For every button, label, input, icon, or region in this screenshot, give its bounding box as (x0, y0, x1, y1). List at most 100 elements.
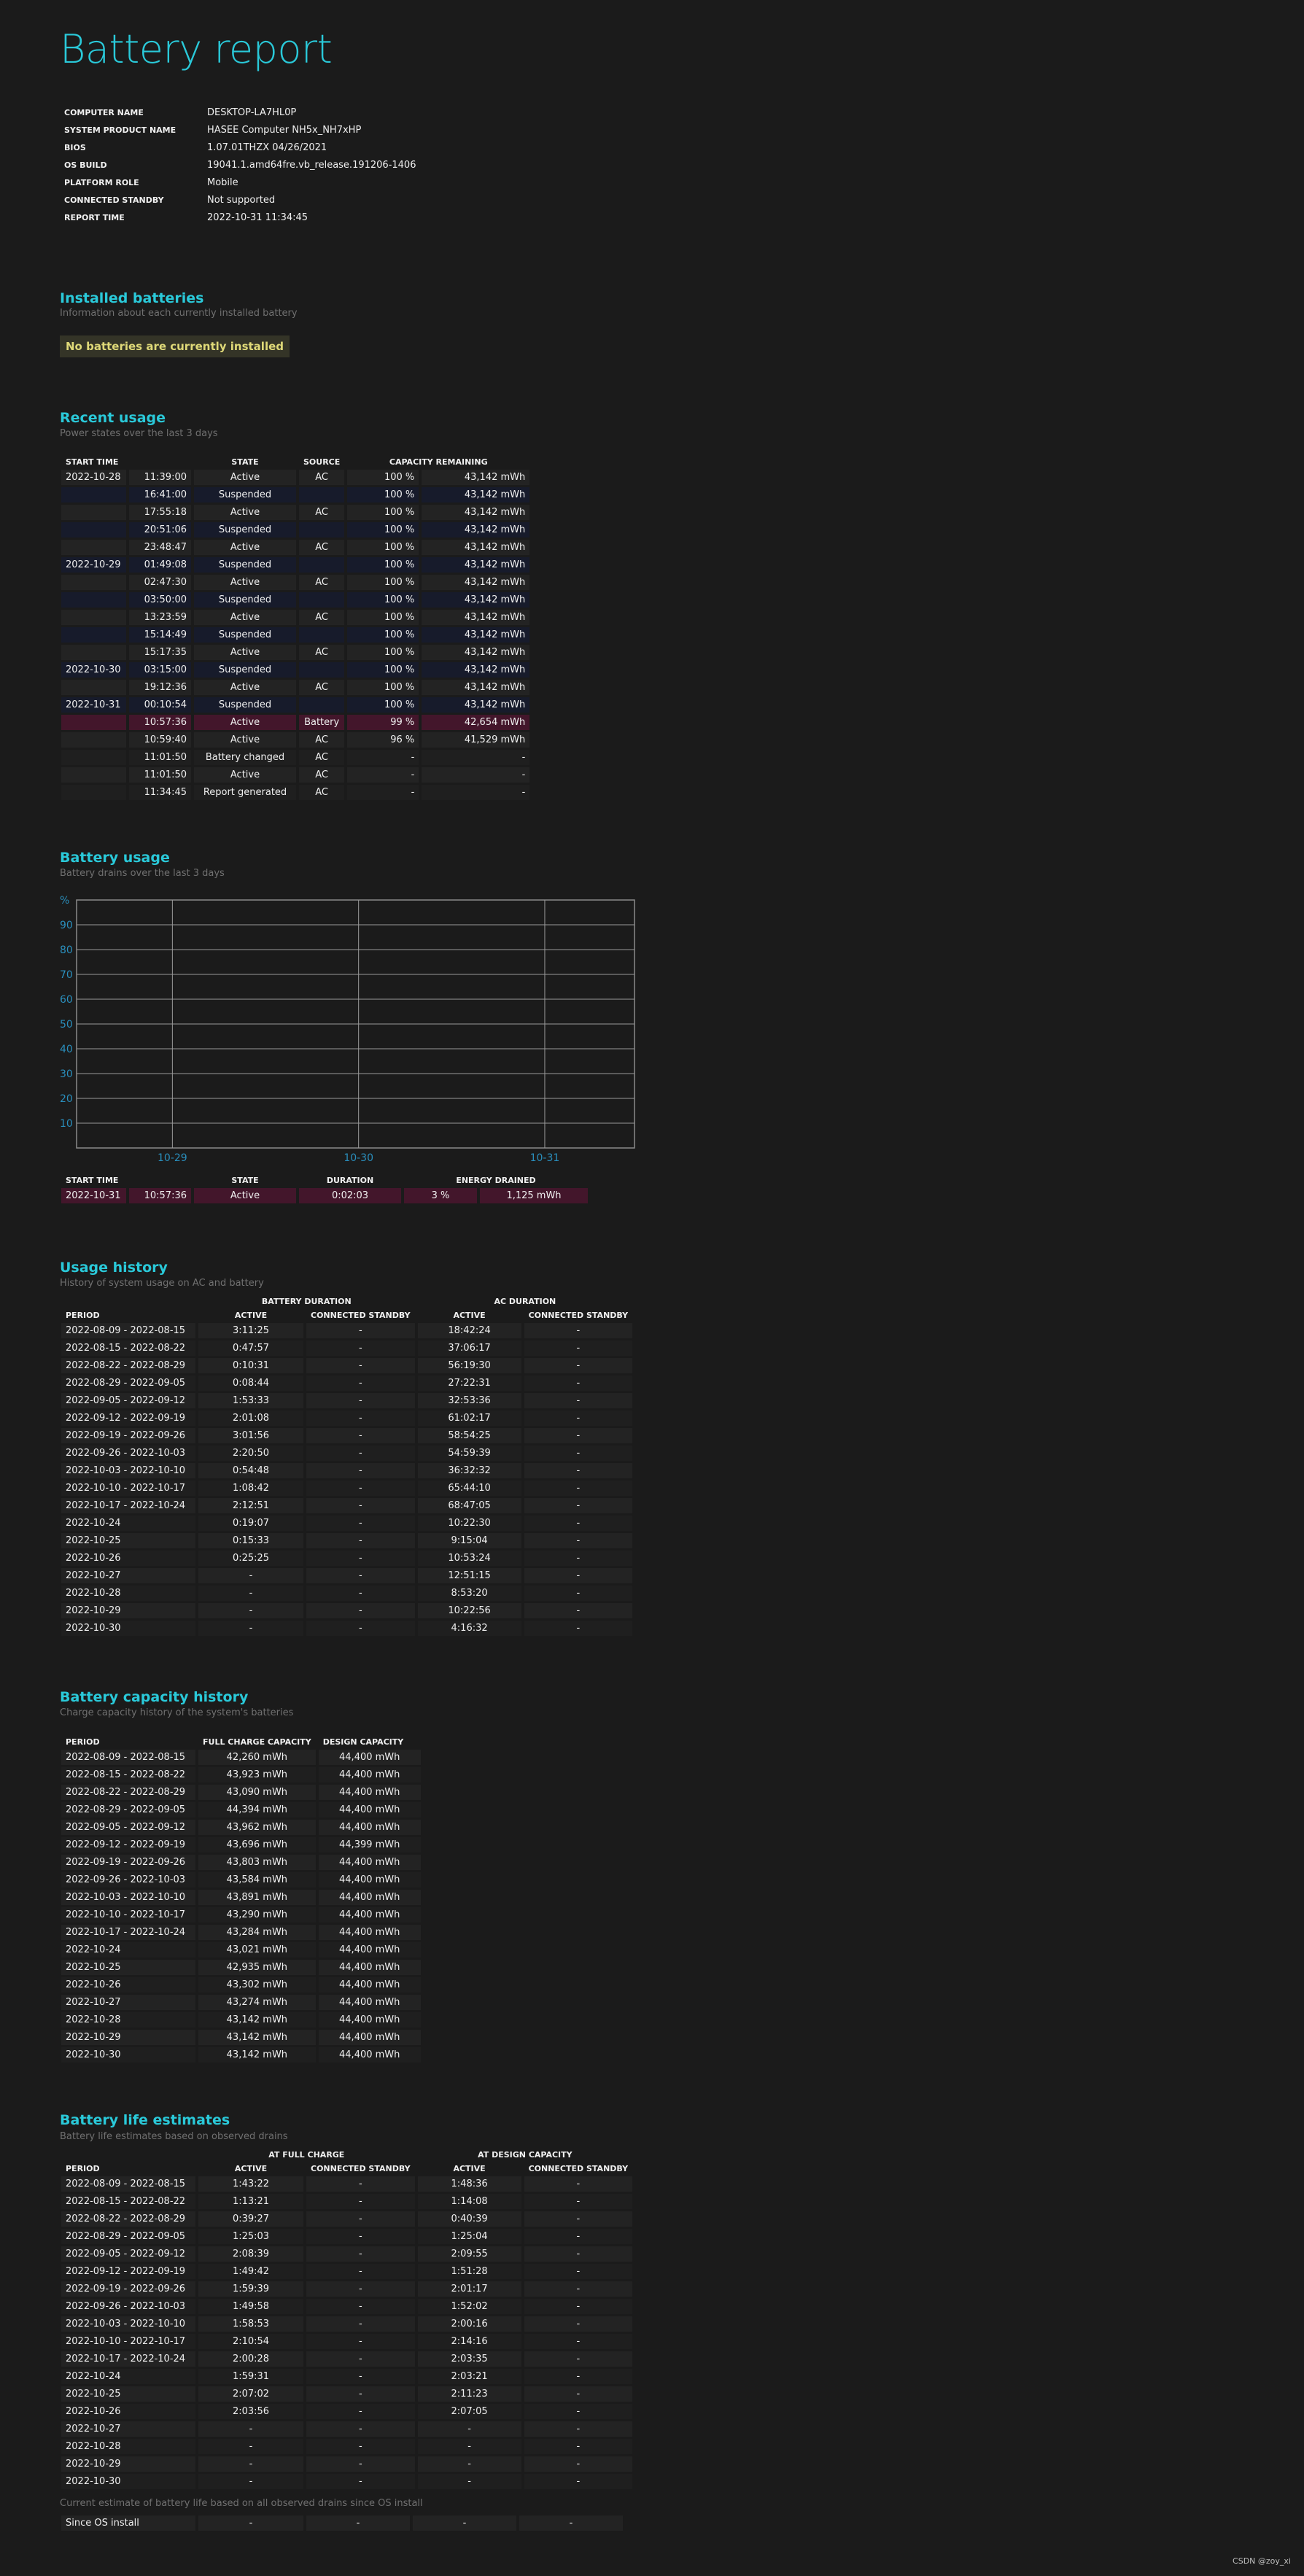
design-standby-cell: - (524, 2211, 633, 2227)
table-row: Since OS install - - - - (61, 2515, 623, 2531)
period-cell: 2022-10-26 (61, 2404, 195, 2419)
table-row: 2022-08-15 - 2022-08-22 1:13:21-1:14:08- (61, 2194, 633, 2209)
table-row: 2022-08-09 - 2022-08-15 3:11:25-18:42:24- (61, 1323, 633, 1338)
period-cell: 2022-08-29 - 2022-09-05 (61, 1802, 195, 1817)
design-standby-cell: - (524, 2456, 633, 2472)
period-cell: 2022-10-03 - 2022-10-10 (61, 1890, 195, 1905)
capacity-history-heading: Battery capacity history (60, 1689, 249, 1705)
period-cell: 2022-08-15 - 2022-08-22 (61, 2194, 195, 2209)
table-row: 2022-10-25 42,935 mWh 44,400 mWh (61, 1960, 421, 1975)
period-cell: 2022-10-03 - 2022-10-10 (61, 2316, 195, 2332)
battery-standby-cell: - (306, 1516, 415, 1531)
table-row: 2022-09-05 - 2022-09-12 1:53:33-32:53:36- (61, 1393, 633, 1408)
full-standby-cell: - (306, 2369, 415, 2384)
full-active-cell: 2:03:56 (198, 2404, 303, 2419)
design-capacity-cell: 44,400 mWh (318, 1890, 421, 1905)
battery-active-cell: 0:19:07 (198, 1516, 303, 1531)
table-row: 2022-09-12 - 2022-09-19 43,696 mWh 44,399 … (61, 1837, 421, 1853)
period-cell: 2022-10-17 - 2022-10-24 (61, 1498, 195, 1513)
table-row: 2022-10-24 1:59:31-2:03:21- (61, 2369, 633, 2384)
table-row: 2022-09-19 - 2022-09-26 1:59:39-2:01:17- (61, 2281, 633, 2297)
period-cell: 2022-08-29 - 2022-09-05 (61, 1376, 195, 1391)
full-standby-cell: - (306, 2264, 415, 2279)
col-period: PERIOD (66, 1737, 100, 1747)
table-row: 2022-09-19 - 2022-09-26 43,803 mWh 44,400 … (61, 1855, 421, 1870)
battery-active-cell: - (198, 1586, 303, 1601)
full-active-cell: 1:49:58 (198, 2299, 303, 2314)
battery-duration-group: BATTERY DURATION (261, 1296, 352, 1306)
design-capacity-group: AT DESIGN CAPACITY (478, 2149, 573, 2160)
period-cell: 2022-08-09 - 2022-08-15 (61, 1750, 195, 1765)
full-active-cell: 2:07:02 (198, 2386, 303, 2402)
design-capacity-cell: 44,400 mWh (318, 1925, 421, 1940)
full-charge-group: AT FULL CHARGE (268, 2149, 345, 2160)
period-cell: Since OS install (61, 2515, 195, 2531)
table-row: 2022-08-29 - 2022-09-05 44,394 mWh 44,400 … (61, 1802, 421, 1817)
ac-standby-cell: - (524, 1568, 633, 1583)
design-standby-cell: - (524, 2369, 633, 2384)
life-estimates-table: AT FULL CHARGE AT DESIGN CAPACITY PERIOD… (58, 2146, 635, 2491)
period-cell: 2022-08-29 - 2022-09-05 (61, 2229, 195, 2244)
period-cell: 2022-10-30 (61, 2474, 195, 2489)
table-row: 2022-10-29- -10:22:56- (61, 1603, 633, 1618)
col-start-time: START TIME (66, 1175, 119, 1185)
battery-active-cell: - (198, 1568, 303, 1583)
period-cell: 2022-09-05 - 2022-09-12 (61, 1393, 195, 1408)
battery-standby-cell: - (306, 1463, 415, 1478)
ac-standby-cell: - (524, 1516, 633, 1531)
ac-duration-group: AC DURATION (494, 1296, 556, 1306)
state-cell: Active (194, 1188, 296, 1203)
full-active-cell: - (198, 2515, 303, 2531)
full-charge-cell: 43,962 mWh (198, 1820, 316, 1835)
table-row: 2022-10-24 0:19:07-10:22:30- (61, 1516, 633, 1531)
y-tick-label: 10 (60, 1118, 73, 1130)
period-cell: 2022-08-15 - 2022-08-22 (61, 1767, 195, 1782)
table-row: 2022-10-17 - 2022-10-24 2:12:51-68:47:05- (61, 1498, 633, 1513)
full-standby-cell: - (306, 2246, 415, 2262)
period-cell: 2022-10-28 (61, 1586, 195, 1601)
battery-active-cell: 0:47:57 (198, 1341, 303, 1356)
col-design-capacity: DESIGN CAPACITY (322, 1737, 404, 1747)
table-row: 2022-10-28- -8:53:20- (61, 1586, 633, 1601)
battery-active-cell: 0:54:48 (198, 1463, 303, 1478)
design-standby-cell: - (524, 2351, 633, 2367)
period-cell: 2022-10-25 (61, 2386, 195, 2402)
col-full-charge-capacity: FULL CHARGE CAPACITY (203, 1737, 311, 1747)
period-cell: 2022-10-24 (61, 1942, 195, 1958)
design-active-cell: 2:14:16 (417, 2334, 521, 2349)
period-cell: 2022-08-22 - 2022-08-29 (61, 2211, 195, 2227)
period-cell: 2022-10-26 (61, 1551, 195, 1566)
usage-history-table: BATTERY DURATION AC DURATION PERIOD ACTI… (58, 1293, 635, 1638)
usage-history-heading: Usage history (60, 1260, 168, 1276)
battery-active-cell: 0:25:25 (198, 1551, 303, 1566)
design-active-cell: 2:00:16 (417, 2316, 521, 2332)
table-row: 2022-09-19 - 2022-09-26 3:01:56-58:54:25- (61, 1428, 633, 1443)
period-cell: 2022-10-27 (61, 2421, 195, 2437)
battery-active-cell: 0:15:33 (198, 1533, 303, 1548)
period-cell: 2022-08-15 - 2022-08-22 (61, 1341, 195, 1356)
table-row: 2022-09-26 - 2022-10-03 43,584 mWh 44,400 … (61, 1872, 421, 1888)
table-row: 2022-10-17 - 2022-10-24 43,284 mWh 44,400 … (61, 1925, 421, 1940)
y-tick-label: 50 (60, 1019, 73, 1031)
col-duration: DURATION (326, 1175, 374, 1185)
design-active-cell: 2:03:35 (417, 2351, 521, 2367)
table-row: 2022-10-26 0:25:25-10:53:24- (61, 1551, 633, 1566)
period-cell: 2022-09-26 - 2022-10-03 (61, 1446, 195, 1461)
table-row: 2022-08-22 - 2022-08-29 43,090 mWh 44,400 … (61, 1785, 421, 1800)
duration-cell: 0:02:03 (299, 1188, 401, 1203)
y-tick-label: 90 (60, 920, 73, 931)
full-charge-cell: 44,394 mWh (198, 1802, 316, 1817)
full-active-cell: 2:08:39 (198, 2246, 303, 2262)
period-cell: 2022-10-25 (61, 1960, 195, 1975)
design-standby-cell: - (524, 2439, 633, 2454)
design-capacity-cell: 44,400 mWh (318, 1942, 421, 1958)
period-cell: 2022-10-28 (61, 2439, 195, 2454)
period-cell: 2022-09-26 - 2022-10-03 (61, 1872, 195, 1888)
table-row: 2022-10-25 0:15:33-9:15:04- (61, 1533, 633, 1548)
ac-active-cell: 36:32:32 (417, 1463, 521, 1478)
x-tick-label: 10-31 (530, 1152, 560, 1164)
col-ac-active: ACTIVE (453, 1310, 486, 1320)
battery-report-page: Battery report COMPUTER NAME DESKTOP-LA7H… (0, 0, 1304, 2576)
design-active-cell: 1:52:02 (417, 2299, 521, 2314)
battery-active-cell: 0:10:31 (198, 1358, 303, 1373)
